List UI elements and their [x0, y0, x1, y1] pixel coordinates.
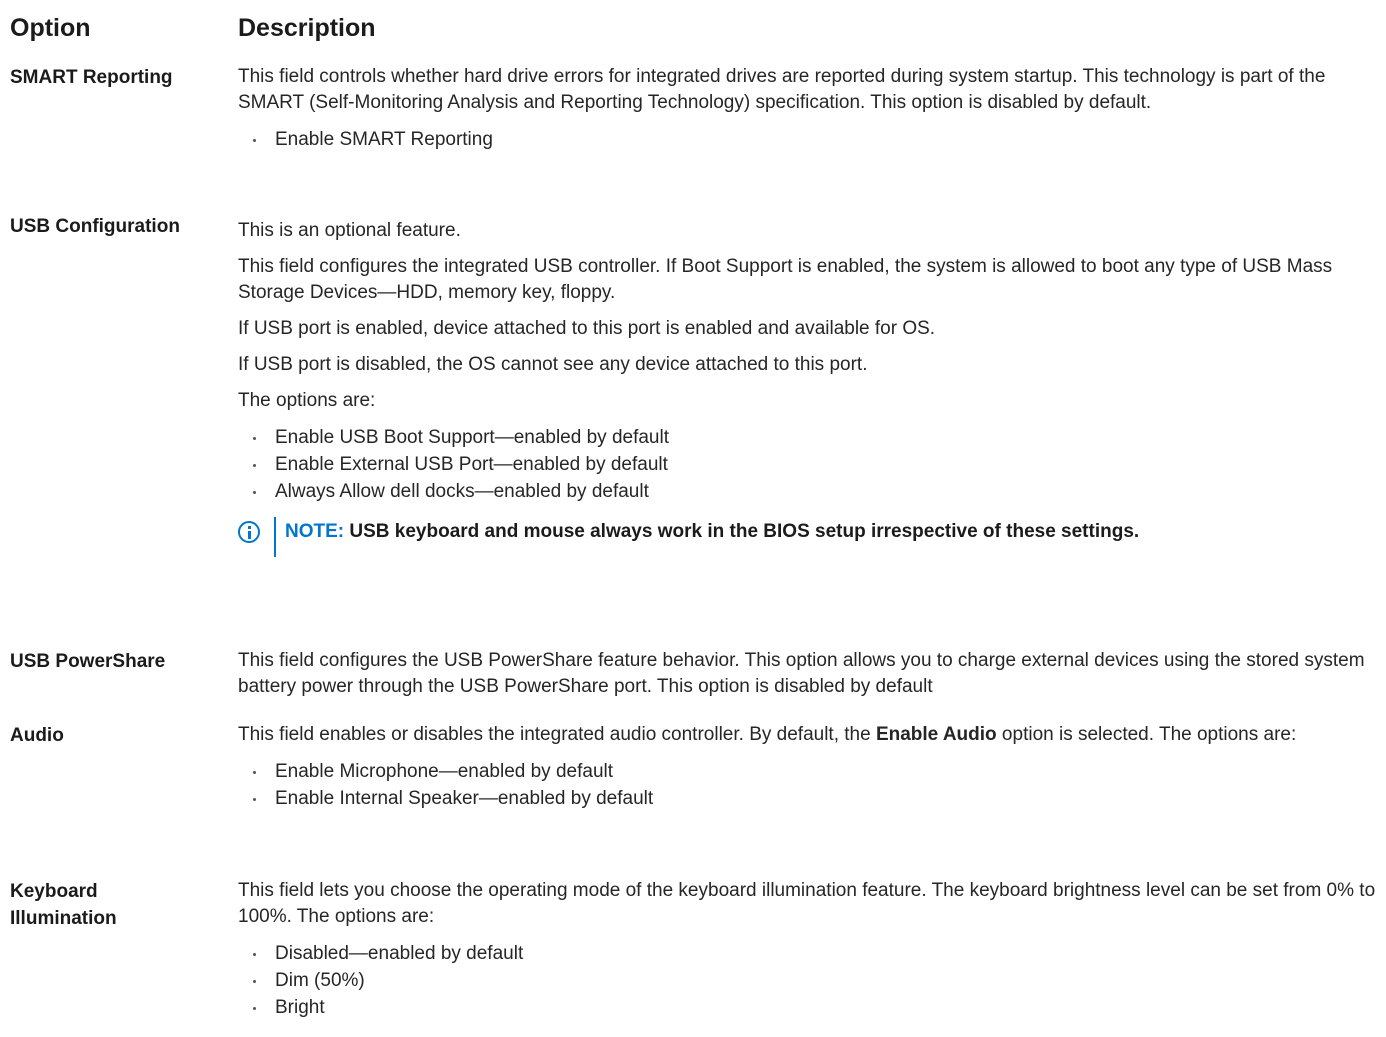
description-paragraph: This is an optional feature.: [238, 220, 461, 241]
option-description: This field controls whether hard drive e…: [238, 64, 1376, 153]
option-name: USB Configuration: [10, 216, 180, 237]
note-divider: [274, 517, 276, 557]
list-item: Enable SMART Reporting: [238, 126, 1376, 153]
list-item: Disabled—enabled by default: [238, 940, 1376, 967]
list-item: Dim (50%): [238, 967, 1376, 994]
enable-audio-label: Enable Audio: [875, 724, 997, 745]
description-paragraph: This field configures the USB PowerShare…: [238, 650, 1365, 697]
list-item: Enable Internal Speaker—enabled by defau…: [238, 785, 1376, 812]
note-body: USB keyboard and mouse always work in th…: [344, 521, 1140, 542]
options-list: Enable SMART Reporting: [238, 126, 1376, 153]
description-column-header: Description: [238, 14, 376, 42]
option-name: SMART Reporting: [10, 67, 173, 88]
table-header: Option Description: [10, 14, 1376, 44]
option-name-line1: Keyboard: [10, 881, 98, 902]
description-paragraph: This field controls whether hard drive e…: [238, 66, 1326, 113]
description-paragraph: If USB port is disabled, the OS cannot s…: [238, 354, 868, 375]
option-name-line2: Illumination: [10, 908, 117, 929]
option-column-header: Option: [10, 14, 91, 42]
list-item: Enable Microphone—enabled by default: [238, 758, 1376, 785]
description-paragraph: The options are:: [238, 390, 376, 411]
audio-text-pre: This field enables or disables the integ…: [238, 724, 876, 745]
options-list: Disabled—enabled by default Dim (50%) Br…: [238, 940, 1376, 1021]
audio-text-post: option is selected. The options are:: [996, 724, 1297, 745]
options-list: Enable Microphone—enabled by default Ena…: [238, 758, 1376, 812]
description-paragraph: This field configures the integrated USB…: [238, 256, 1333, 303]
info-icon: [238, 521, 260, 543]
note-label: NOTE:: [285, 521, 345, 542]
list-item: Enable External USB Port—enabled by defa…: [238, 451, 1376, 478]
description-paragraph: This field enables or disables the integ…: [238, 722, 1376, 748]
option-name: USB PowerShare: [10, 651, 166, 672]
option-description: This field enables or disables the integ…: [238, 722, 1376, 812]
bios-options-table: Option Description SMART Reporting This …: [0, 0, 1386, 1037]
note-callout: NOTE: USB keyboard and mouse always work…: [238, 517, 1376, 557]
list-item: Enable USB Boot Support—enabled by defau…: [238, 424, 1376, 451]
option-description: This field lets you choose the operating…: [238, 878, 1376, 1021]
option-description: This is an optional feature. This field …: [238, 218, 1376, 557]
options-list: Enable USB Boot Support—enabled by defau…: [238, 424, 1376, 505]
option-name: Keyboard Illumination: [10, 878, 232, 932]
list-item: Bright: [238, 994, 1376, 1021]
description-paragraph: This field lets you choose the operating…: [238, 880, 1376, 927]
option-name: Audio: [10, 725, 64, 746]
list-item: Always Allow dell docks—enabled by defau…: [238, 478, 1376, 505]
option-description: This field configures the USB PowerShare…: [238, 648, 1376, 710]
description-paragraph: If USB port is enabled, device attached …: [238, 318, 936, 339]
note-text: NOTE: USB keyboard and mouse always work…: [285, 519, 1139, 545]
